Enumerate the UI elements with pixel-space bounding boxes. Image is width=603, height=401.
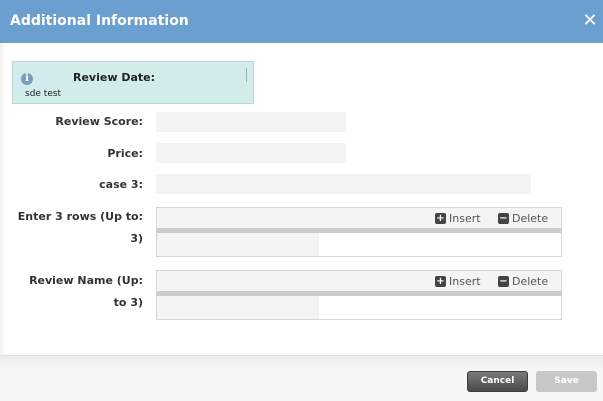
review-name-grid-toolbar: + Insert − Delete	[157, 271, 561, 291]
enter-rows-label-line1: Enter 3 rows (Up to:	[17, 210, 143, 223]
price-input[interactable]	[156, 143, 346, 163]
review-date-value: sde test	[25, 89, 62, 99]
plus-icon: +	[435, 275, 446, 287]
delete-label: Delete	[512, 211, 549, 225]
enter-rows-grid-toolbar: + Insert − Delete	[157, 208, 561, 228]
review-name-grid: + Insert − Delete	[156, 270, 562, 320]
dialog-title-bar: Additional Information ✕	[0, 0, 603, 43]
save-button[interactable]: Save	[536, 371, 597, 392]
enter-rows-label-line2: 3)	[130, 232, 143, 245]
price-label: Price:	[107, 147, 143, 160]
dialog-title: Additional Information	[10, 13, 189, 29]
minus-icon: −	[498, 212, 509, 224]
enter-rows-grid: + Insert − Delete	[156, 207, 562, 257]
insert-label: Insert	[449, 274, 481, 288]
close-icon[interactable]: ✕	[580, 10, 600, 30]
review-name-delete-button[interactable]: − Delete	[498, 274, 548, 288]
review-score-input[interactable]	[156, 112, 346, 132]
delete-label: Delete	[512, 274, 549, 288]
review-name-insert-button[interactable]: + Insert	[435, 274, 481, 288]
review-name-grid-row[interactable]	[157, 296, 319, 319]
case3-label: case 3:	[99, 178, 143, 191]
minus-icon: −	[498, 275, 509, 287]
review-date-label: Review Date:	[73, 71, 155, 84]
cancel-button[interactable]: Cancel	[467, 371, 528, 392]
plus-icon: +	[435, 212, 446, 224]
info-divider	[246, 68, 247, 82]
enter-rows-grid-row[interactable]	[157, 233, 319, 256]
info-icon: i	[21, 73, 33, 85]
additional-information-dialog: Additional Information ✕ i Review Date: …	[0, 0, 603, 401]
review-date-info-box: i Review Date: sde test	[12, 61, 254, 104]
review-score-label: Review Score:	[55, 115, 143, 128]
enter-rows-delete-button[interactable]: − Delete	[498, 211, 548, 225]
case3-input[interactable]	[156, 174, 531, 194]
insert-label: Insert	[449, 211, 481, 225]
enter-rows-insert-button[interactable]: + Insert	[435, 211, 481, 225]
review-name-label-line1: Review Name (Up:	[29, 274, 143, 287]
review-name-label-line2: to 3)	[113, 296, 143, 309]
